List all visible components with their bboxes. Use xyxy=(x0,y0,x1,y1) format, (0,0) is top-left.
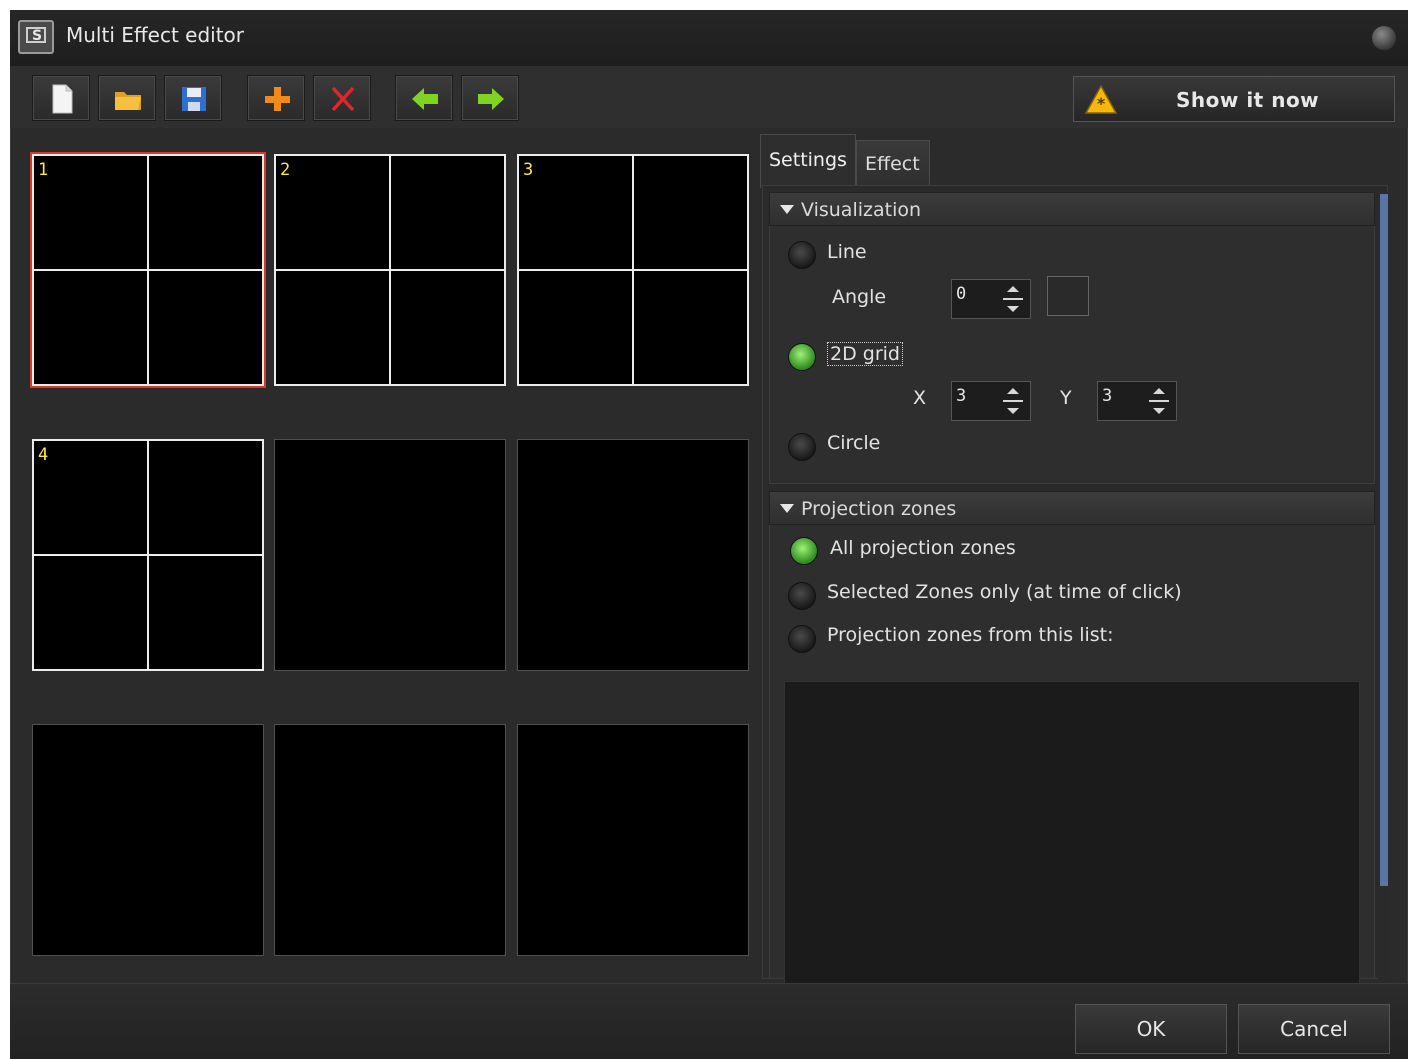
cell-number: 4 xyxy=(38,445,49,465)
preview-cell-3[interactable]: 3 xyxy=(517,154,749,386)
collapse-triangle-icon xyxy=(780,504,794,513)
cell-number: 2 xyxy=(280,160,291,180)
show-it-now-label: Show it now xyxy=(1176,88,1320,112)
spinner-arrows-icon xyxy=(1003,286,1023,312)
zones-from-list-label: Projection zones from this list: xyxy=(827,624,1114,646)
delete-button[interactable] xyxy=(313,75,371,121)
app-icon xyxy=(18,20,54,54)
angle-color-swatch[interactable] xyxy=(1047,276,1089,316)
new-file-button[interactable] xyxy=(32,75,90,121)
all-projection-zones-radio[interactable] xyxy=(790,537,818,565)
preview-cell-1[interactable]: 1 xyxy=(30,152,266,388)
projection-zones-section-header[interactable]: Projection zones xyxy=(769,491,1375,525)
spinner-arrows-icon xyxy=(1003,388,1023,414)
tab-effect[interactable]: Effect xyxy=(856,140,930,188)
window-title: Multi Effect editor xyxy=(66,23,245,47)
title-bar: Multi Effect editor xyxy=(10,10,1408,67)
plus-icon xyxy=(265,87,290,111)
angle-spinbox[interactable]: 0 xyxy=(951,279,1031,319)
preview-cell-8[interactable] xyxy=(274,724,506,956)
all-projection-zones-label: All projection zones xyxy=(830,537,1016,559)
settings-scrollbar[interactable] xyxy=(1378,192,1390,982)
projection-zones-header-label: Projection zones xyxy=(801,498,957,520)
preview-cell-2[interactable]: 2 xyxy=(274,154,506,386)
grid-x-value: 3 xyxy=(956,386,967,406)
cell-number: 1 xyxy=(38,160,49,180)
selected-zones-label: Selected Zones only (at time of click) xyxy=(827,581,1182,603)
preview-cell-6[interactable] xyxy=(517,439,749,671)
move-right-button[interactable] xyxy=(461,75,519,121)
angle-label: Angle xyxy=(832,286,887,308)
window-status-icon[interactable] xyxy=(1372,26,1396,50)
floppy-disk-icon xyxy=(182,87,206,111)
visualization-section-header[interactable]: Visualization xyxy=(769,192,1375,226)
open-folder-button[interactable] xyxy=(98,75,156,121)
save-button[interactable] xyxy=(164,75,222,121)
preview-cell-9[interactable] xyxy=(517,724,749,956)
visualization-section-body: Line Angle 0 2D grid X 3 Y 3 Circle xyxy=(769,226,1375,484)
spinner-arrows-icon xyxy=(1149,388,1169,414)
preview-cell-4[interactable]: 4 xyxy=(32,439,264,671)
show-it-now-button[interactable]: * Show it now xyxy=(1073,76,1395,122)
settings-tabs: Settings Effect xyxy=(760,132,1400,188)
multi-effect-editor-window: Multi Effect editor * Show it now xyxy=(10,10,1408,1059)
x-icon xyxy=(331,86,355,112)
move-left-button[interactable] xyxy=(395,75,453,121)
document-icon xyxy=(52,84,73,114)
tab-settings[interactable]: Settings xyxy=(760,134,856,188)
ok-button[interactable]: OK xyxy=(1075,1004,1227,1054)
zones-from-list-radio[interactable] xyxy=(788,625,816,653)
projection-zones-list[interactable] xyxy=(784,681,1360,985)
preview-cell-5[interactable] xyxy=(274,439,506,671)
svg-text:*: * xyxy=(1097,94,1106,113)
dialog-footer: OK Cancel xyxy=(10,983,1408,1059)
arrow-left-icon xyxy=(412,88,438,110)
cancel-button[interactable]: Cancel xyxy=(1238,1004,1390,1054)
warning-icon: * xyxy=(1084,84,1118,114)
selected-zones-radio[interactable] xyxy=(788,582,816,610)
scrollbar-thumb[interactable] xyxy=(1380,194,1388,886)
line-label: Line xyxy=(827,241,867,263)
2d-grid-label: 2D grid xyxy=(827,342,903,366)
grid-x-spinbox[interactable]: 3 xyxy=(951,381,1031,421)
visualization-header-label: Visualization xyxy=(801,199,922,221)
grid-y-spinbox[interactable]: 3 xyxy=(1097,381,1177,421)
preview-cell-7[interactable] xyxy=(32,724,264,956)
effect-preview-grid: 1 2 3 4 xyxy=(20,128,756,983)
circle-radio[interactable] xyxy=(788,433,816,461)
x-label: X xyxy=(913,387,927,409)
collapse-triangle-icon xyxy=(780,205,794,214)
y-label: Y xyxy=(1060,387,1072,409)
arrow-right-icon xyxy=(478,88,504,110)
grid-y-value: 3 xyxy=(1102,386,1113,406)
circle-label: Circle xyxy=(827,432,881,454)
2d-grid-radio[interactable] xyxy=(788,343,816,371)
folder-icon xyxy=(115,92,141,110)
line-radio[interactable] xyxy=(788,241,816,269)
cell-number: 3 xyxy=(523,160,534,180)
add-button[interactable] xyxy=(247,75,305,121)
angle-value: 0 xyxy=(956,284,967,304)
